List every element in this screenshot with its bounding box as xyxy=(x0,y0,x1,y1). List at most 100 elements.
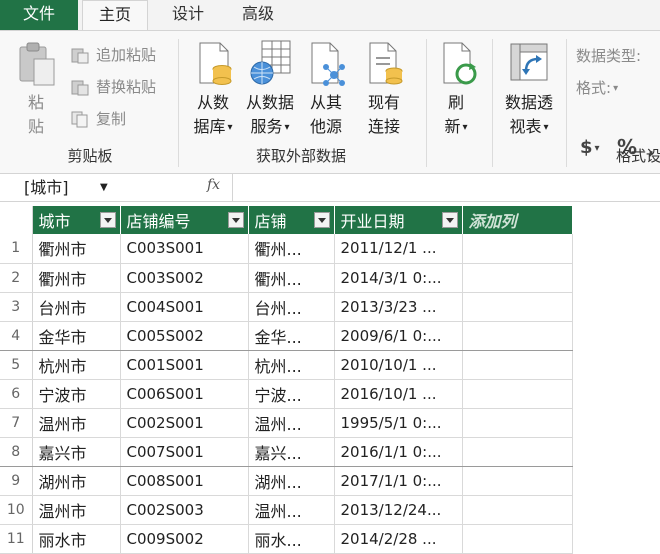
store-id-cell[interactable]: C009S002 xyxy=(120,524,249,554)
store-cell[interactable]: 衢州... xyxy=(248,263,335,293)
fx-icon[interactable]: fx xyxy=(207,177,220,193)
store-cell[interactable]: 衢州... xyxy=(248,234,335,264)
store-cell[interactable]: 金华... xyxy=(248,321,335,351)
table-row[interactable]: 5 杭州市 C001S001 杭州... 2010/10/1 ... xyxy=(0,350,573,380)
open-date-cell[interactable]: 2016/1/1 0:... xyxy=(334,437,463,467)
open-date-cell[interactable]: 2013/12/24... xyxy=(334,495,463,525)
store-id-cell[interactable]: C001S001 xyxy=(120,350,249,380)
add-column-cell[interactable] xyxy=(462,234,573,264)
append-paste-button[interactable]: 追加粘贴 xyxy=(70,43,156,67)
row-number[interactable]: 10 xyxy=(0,495,33,525)
city-cell[interactable]: 衢州市 xyxy=(32,234,121,264)
table-row[interactable]: 9 湖州市 C008S001 湖州... 2017/1/1 0:... xyxy=(0,466,573,496)
store-cell[interactable]: 温州... xyxy=(248,408,335,438)
city-cell[interactable]: 杭州市 xyxy=(32,350,121,380)
add-column-cell[interactable] xyxy=(462,524,573,554)
store-id-cell[interactable]: C006S001 xyxy=(120,379,249,409)
store-cell[interactable]: 宁波... xyxy=(248,379,335,409)
table-row[interactable]: 2 衢州市 C003S002 衢州... 2014/3/1 0:... xyxy=(0,263,573,293)
store-id-cell[interactable]: C002S003 xyxy=(120,495,249,525)
add-column-cell[interactable] xyxy=(462,466,573,496)
open-date-cell[interactable]: 2014/3/1 0:... xyxy=(334,263,463,293)
add-column-cell[interactable] xyxy=(462,263,573,293)
city-cell[interactable]: 衢州市 xyxy=(32,263,121,293)
store-id-cell[interactable]: C005S002 xyxy=(120,321,249,351)
city-cell[interactable]: 温州市 xyxy=(32,408,121,438)
column-header-city[interactable]: 城市 xyxy=(32,206,121,234)
store-cell[interactable]: 杭州... xyxy=(248,350,335,380)
tab-file[interactable]: 文件 xyxy=(0,0,78,30)
format-dropdown[interactable]: 格式: ▾ xyxy=(576,77,618,98)
store-cell[interactable]: 嘉兴... xyxy=(248,437,335,467)
row-number[interactable]: 8 xyxy=(0,437,33,467)
from-data-service-button[interactable]: 从数据 服务 ▾ xyxy=(242,91,298,140)
row-number[interactable]: 1 xyxy=(0,234,33,264)
add-column-cell[interactable] xyxy=(462,292,573,322)
store-cell[interactable]: 丽水... xyxy=(248,524,335,554)
table-row[interactable]: 7 温州市 C002S001 温州... 1995/5/1 0:... xyxy=(0,408,573,438)
city-cell[interactable]: 嘉兴市 xyxy=(32,437,121,467)
row-number[interactable]: 9 xyxy=(0,466,33,496)
add-column-cell[interactable] xyxy=(462,321,573,351)
currency-button[interactable]: $ ▾ xyxy=(580,137,600,158)
pivot-table-button[interactable]: 数据透 视表 ▾ xyxy=(498,91,560,140)
from-other-source-button[interactable]: 从其 他源 xyxy=(302,91,350,139)
row-number[interactable]: 3 xyxy=(0,292,33,322)
column-header-store-id[interactable]: 店铺编号 xyxy=(120,206,249,234)
open-date-cell[interactable]: 2017/1/1 0:... xyxy=(334,466,463,496)
table-row[interactable]: 3 台州市 C004S001 台州... 2013/3/23 ... xyxy=(0,292,573,322)
add-column-cell[interactable] xyxy=(462,408,573,438)
table-row[interactable]: 4 金华市 C005S002 金华... 2009/6/1 0:... xyxy=(0,321,573,351)
add-column-cell[interactable] xyxy=(462,437,573,467)
city-cell[interactable]: 温州市 xyxy=(32,495,121,525)
store-id-cell[interactable]: C003S001 xyxy=(120,234,249,264)
chevron-down-icon[interactable]: ▼ xyxy=(100,178,108,198)
open-date-cell[interactable]: 2010/10/1 ... xyxy=(334,350,463,380)
open-date-cell[interactable]: 2016/10/1 ... xyxy=(334,379,463,409)
tab-home[interactable]: 主页 xyxy=(82,0,148,31)
table-row[interactable]: 6 宁波市 C006S001 宁波... 2016/10/1 ... xyxy=(0,379,573,409)
store-id-cell[interactable]: C002S001 xyxy=(120,408,249,438)
store-id-cell[interactable]: C008S001 xyxy=(120,466,249,496)
open-date-cell[interactable]: 2014/2/28 ... xyxy=(334,524,463,554)
store-cell[interactable]: 温州... xyxy=(248,495,335,525)
store-cell[interactable]: 台州... xyxy=(248,292,335,322)
column-header-open-date[interactable]: 开业日期 xyxy=(334,206,463,234)
column-header-store[interactable]: 店铺 xyxy=(248,206,335,234)
table-row[interactable]: 10 温州市 C002S003 温州... 2013/12/24... xyxy=(0,495,573,525)
name-box[interactable]: [城市] xyxy=(24,176,69,200)
open-date-cell[interactable]: 2011/12/1 ... xyxy=(334,234,463,264)
store-id-cell[interactable]: C004S001 xyxy=(120,292,249,322)
store-cell[interactable]: 湖州... xyxy=(248,466,335,496)
row-number[interactable]: 4 xyxy=(0,321,33,351)
city-cell[interactable]: 丽水市 xyxy=(32,524,121,554)
add-column-cell[interactable] xyxy=(462,495,573,525)
paste-button[interactable]: 粘 贴 xyxy=(18,91,54,139)
row-number[interactable]: 7 xyxy=(0,408,33,438)
open-date-cell[interactable]: 2013/3/23 ... xyxy=(334,292,463,322)
city-cell[interactable]: 湖州市 xyxy=(32,466,121,496)
filter-dropdown-icon[interactable] xyxy=(313,212,330,228)
tab-advanced[interactable]: 高级 xyxy=(230,0,286,30)
from-database-button[interactable]: 从数 据库 ▾ xyxy=(186,91,240,140)
row-number[interactable]: 6 xyxy=(0,379,33,409)
formula-input[interactable] xyxy=(236,174,660,202)
city-cell[interactable]: 宁波市 xyxy=(32,379,121,409)
tab-design[interactable]: 设计 xyxy=(160,0,216,30)
refresh-button[interactable]: 刷 新 ▾ xyxy=(438,91,474,140)
table-row[interactable]: 11 丽水市 C009S002 丽水... 2014/2/28 ... xyxy=(0,524,573,554)
row-number[interactable]: 11 xyxy=(0,524,33,554)
replace-paste-button[interactable]: 替换粘贴 xyxy=(70,75,156,99)
city-cell[interactable]: 台州市 xyxy=(32,292,121,322)
add-column-cell[interactable] xyxy=(462,379,573,409)
row-number[interactable]: 2 xyxy=(0,263,33,293)
open-date-cell[interactable]: 2009/6/1 0:... xyxy=(334,321,463,351)
filter-dropdown-icon[interactable] xyxy=(441,212,458,228)
row-number[interactable]: 5 xyxy=(0,350,33,380)
existing-connection-button[interactable]: 现有 连接 xyxy=(360,91,408,139)
city-cell[interactable]: 金华市 xyxy=(32,321,121,351)
copy-button[interactable]: 复制 xyxy=(70,107,126,131)
store-id-cell[interactable]: C007S001 xyxy=(120,437,249,467)
filter-dropdown-icon[interactable] xyxy=(227,212,244,228)
add-column-cell[interactable] xyxy=(462,350,573,380)
